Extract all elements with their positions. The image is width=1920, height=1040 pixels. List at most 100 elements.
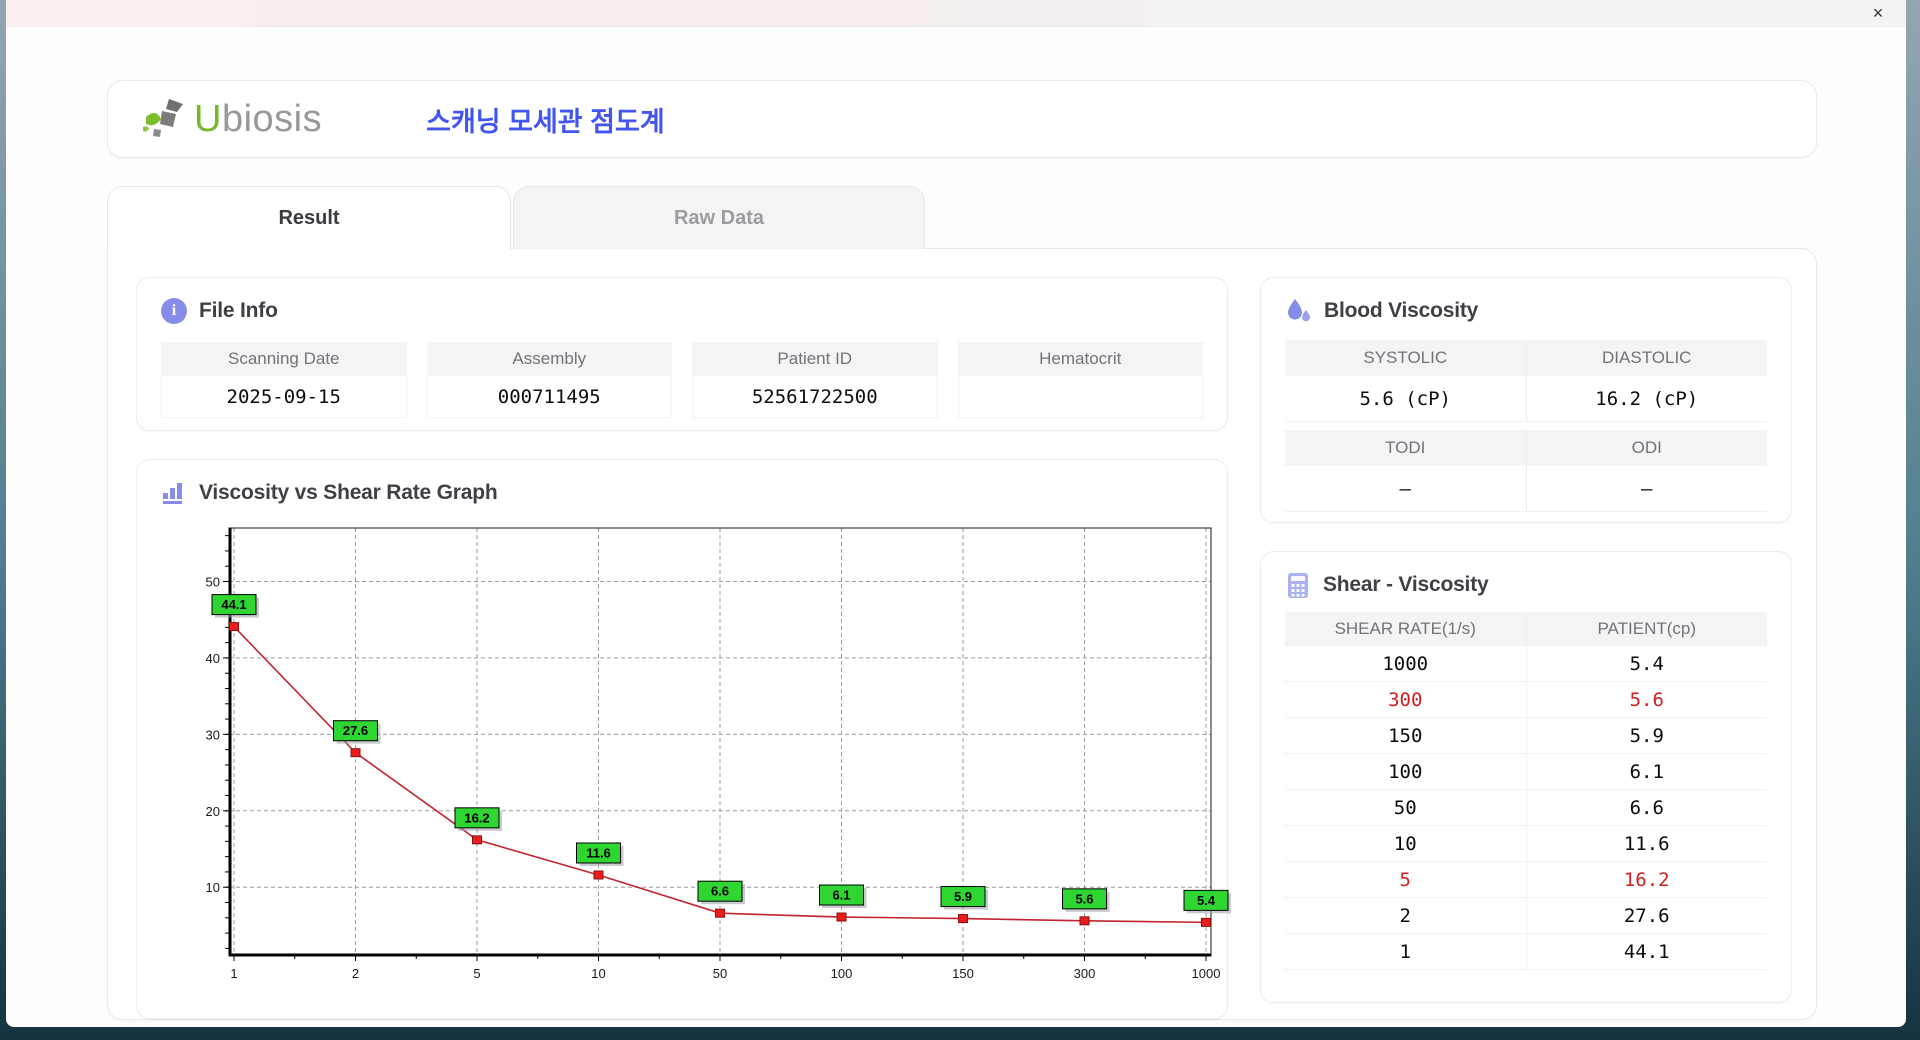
shear-rate-cell: 1000 <box>1285 646 1527 682</box>
patient-column-header: PATIENT(cp) <box>1526 612 1767 646</box>
field-hematocrit: Hematocrit <box>957 342 1203 418</box>
field-value <box>957 376 1203 418</box>
x-axis-tick-label: 2 <box>352 966 359 981</box>
x-axis-tick-label: 100 <box>831 966 853 981</box>
shear-rate-column-header: SHEAR RATE(1/s) <box>1285 612 1527 646</box>
table-row: 5 16.2 <box>1285 862 1767 898</box>
y-axis-tick-label: 20 <box>206 804 220 819</box>
x-axis-tick-label: 50 <box>713 966 727 981</box>
shear-table-header: SHEAR RATE(1/s) PATIENT(cp) <box>1285 612 1767 646</box>
ubiosis-leaf-icon <box>143 99 183 137</box>
odi-value: – <box>1526 466 1767 512</box>
data-point-label: 6.1 <box>832 888 850 903</box>
tab-result-label: Result <box>278 206 340 229</box>
x-axis-tick-label: 10 <box>591 966 605 981</box>
field-scanning-date: Scanning Date 2025-09-15 <box>161 342 407 418</box>
blood-viscosity-title: Blood Viscosity <box>1324 299 1479 322</box>
systolic-header: SYSTOLIC <box>1285 340 1527 376</box>
patient-viscosity-cell: 16.2 <box>1526 862 1767 898</box>
data-point-marker <box>836 912 847 922</box>
droplets-icon <box>1288 298 1310 321</box>
systolic-value: 5.6 (cP) <box>1285 376 1527 422</box>
table-row: 300 5.6 <box>1285 682 1767 718</box>
field-label: Hematocrit <box>957 342 1203 376</box>
shear-viscosity-card: Shear - Viscosity SHEAR RATE(1/s) PATIEN… <box>1260 551 1792 1003</box>
close-icon[interactable]: × <box>1866 1 1890 25</box>
patient-viscosity-cell: 44.1 <box>1526 934 1767 970</box>
result-panel: i File Info Scanning Date 2025-09-15 Ass… <box>107 248 1817 1020</box>
data-point-marker <box>1201 917 1211 927</box>
data-point-label: 5.9 <box>954 889 972 904</box>
shear-rate-cell: 5 <box>1285 862 1527 898</box>
field-value: 52561722500 <box>692 376 938 418</box>
data-point-label: 44.1 <box>221 597 246 612</box>
data-point-marker <box>229 622 239 632</box>
shear-rate-cell: 100 <box>1285 754 1527 790</box>
info-icon: i <box>161 298 187 324</box>
header-card: Ubiosis 스캐닝 모세관 점도계 <box>107 80 1817 158</box>
app-window: × Ubiosis 스캐닝 모세관 점도계 Result Raw Data i … <box>6 0 1906 1027</box>
y-axis-tick-label: 50 <box>206 575 220 590</box>
patient-viscosity-cell: 5.9 <box>1526 718 1767 754</box>
y-axis-tick-label: 40 <box>206 651 220 666</box>
data-point-marker <box>1079 916 1090 926</box>
table-row: 10 11.6 <box>1285 826 1767 862</box>
patient-viscosity-cell: 5.4 <box>1526 646 1767 682</box>
title-bar: × <box>6 0 1906 27</box>
y-axis-tick-label: 30 <box>206 727 220 742</box>
field-label: Patient ID <box>692 342 938 376</box>
field-assembly: Assembly 000711495 <box>426 342 672 418</box>
patient-viscosity-cell: 11.6 <box>1526 826 1767 862</box>
patient-viscosity-cell: 27.6 <box>1526 898 1767 934</box>
shear-rate-cell: 1 <box>1285 934 1527 970</box>
todi-header: TODI <box>1285 430 1527 466</box>
x-axis-tick-label: 300 <box>1074 966 1096 981</box>
tab-raw-data[interactable]: Raw Data <box>513 186 925 249</box>
y-axis-tick-label: 10 <box>206 880 220 895</box>
data-point-marker <box>715 908 725 918</box>
tab-result[interactable]: Result <box>107 186 511 249</box>
viscosity-chart-svg: 10 20 30 40 50 1 2 5 10 50 100 150 300 1000 44.1 27.6 16… <box>206 527 1231 981</box>
data-point-label: 5.4 <box>1197 893 1216 908</box>
x-axis-tick-label: 1000 <box>1192 966 1221 981</box>
graph-title: Viscosity vs Shear Rate Graph <box>199 481 498 504</box>
table-row: 100 6.1 <box>1285 754 1767 790</box>
data-point-label: 5.6 <box>1075 891 1093 906</box>
calculator-icon <box>1288 572 1308 598</box>
file-info-card: i File Info Scanning Date 2025-09-15 Ass… <box>136 277 1228 431</box>
patient-viscosity-cell: 6.6 <box>1526 790 1767 826</box>
field-value: 000711495 <box>426 376 672 418</box>
data-point-label: 11.6 <box>586 845 611 860</box>
shear-viscosity-title: Shear - Viscosity <box>1323 573 1489 596</box>
ubiosis-logo: Ubiosis <box>142 98 322 141</box>
x-axis-tick-label: 150 <box>952 966 974 981</box>
shear-rate-cell: 2 <box>1285 898 1527 934</box>
app-title: 스캐닝 모세관 점도계 <box>426 106 665 137</box>
field-patient-id: Patient ID 52561722500 <box>692 342 938 418</box>
blood-viscosity-card: Blood Viscosity SYSTOLIC DIASTOLIC 5.6 (… <box>1260 277 1792 523</box>
bar-chart-icon <box>163 483 182 504</box>
data-point-marker <box>958 914 968 924</box>
data-point-marker <box>593 870 604 880</box>
data-point-label: 16.2 <box>464 810 489 825</box>
patient-viscosity-cell: 6.1 <box>1526 754 1767 790</box>
blood-viscosity-table: SYSTOLIC DIASTOLIC 5.6 (cP) 16.2 (cP) TO… <box>1285 340 1767 512</box>
x-axis-tick-label: 1 <box>230 966 237 981</box>
x-axis-tick-label: 5 <box>473 966 480 981</box>
diastolic-header: DIASTOLIC <box>1526 340 1767 376</box>
data-point-marker <box>350 748 361 758</box>
graph-card: Viscosity vs Shear Rate Graph 10 20 30 40 50… <box>136 459 1231 1019</box>
table-row: 1 44.1 <box>1285 934 1767 970</box>
table-row: 150 5.9 <box>1285 718 1767 754</box>
shear-rate-cell: 10 <box>1285 826 1527 862</box>
logo-text: Ubiosis <box>194 98 322 141</box>
logo-rest: biosis <box>221 97 323 140</box>
table-row: 2 27.6 <box>1285 898 1767 934</box>
data-point-marker <box>472 835 482 845</box>
table-row: 50 6.6 <box>1285 790 1767 826</box>
file-info-title: File Info <box>199 299 278 322</box>
table-row: 1000 5.4 <box>1285 646 1767 682</box>
todi-value: – <box>1285 466 1527 512</box>
field-label: Scanning Date <box>161 342 407 376</box>
shear-rate-cell: 300 <box>1285 682 1527 718</box>
